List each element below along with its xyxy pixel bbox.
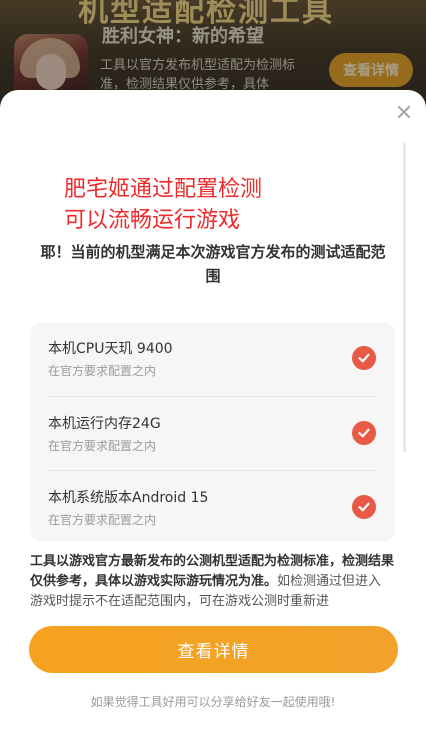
check-status: 在官方要求配置之内 bbox=[48, 513, 157, 527]
check-title: 本机运行内存24G bbox=[48, 416, 161, 432]
close-button[interactable]: ✕ bbox=[392, 102, 416, 126]
check-circle-icon bbox=[352, 495, 376, 519]
view-details-button[interactable]: 查看详情 bbox=[29, 626, 398, 673]
check-title: 本机系统版本Android 15 bbox=[48, 490, 209, 506]
close-icon: ✕ bbox=[394, 101, 414, 126]
disclaimer-text: 工具以游戏官方最新发布的公测机型适配为检测标准，检测结果仅供参考，具体以游戏实际… bbox=[30, 552, 394, 608]
headline-line-2: 可以流畅运行游戏 bbox=[64, 208, 241, 233]
check-status: 在官方要求配置之内 bbox=[48, 364, 157, 378]
check-row-os: 本机系统版本Android 15 在官方要求配置之内 bbox=[48, 470, 376, 544]
check-title: 本机CPU天玑 9400 bbox=[48, 341, 173, 357]
check-status: 在官方要求配置之内 bbox=[48, 439, 157, 453]
check-circle-icon bbox=[352, 421, 376, 445]
result-subhead: 耶！当前的机型满足本次游戏官方发布的测试适配范围 bbox=[40, 243, 386, 285]
scrollbar[interactable] bbox=[403, 142, 406, 452]
result-headline: 肥宅姬通过配置检测 可以流畅运行游戏 bbox=[64, 174, 262, 236]
config-check-list: 本机CPU天玑 9400 在官方要求配置之内 本机运行内存24G 在官方要求配置… bbox=[30, 322, 395, 542]
check-row-cpu: 本机CPU天玑 9400 在官方要求配置之内 bbox=[48, 322, 376, 396]
headline-line-1: 肥宅姬通过配置检测 bbox=[64, 177, 263, 202]
check-circle-icon bbox=[352, 346, 376, 370]
check-row-memory: 本机运行内存24G 在官方要求配置之内 bbox=[48, 396, 376, 470]
detection-result-sheet: ✕ 肥宅姬通过配置检测 可以流畅运行游戏 耶！当前的机型满足本次游戏官方发布的测… bbox=[0, 90, 426, 740]
share-hint: 如果觉得工具好用可以分享给好友一起使用哦! bbox=[90, 695, 336, 709]
